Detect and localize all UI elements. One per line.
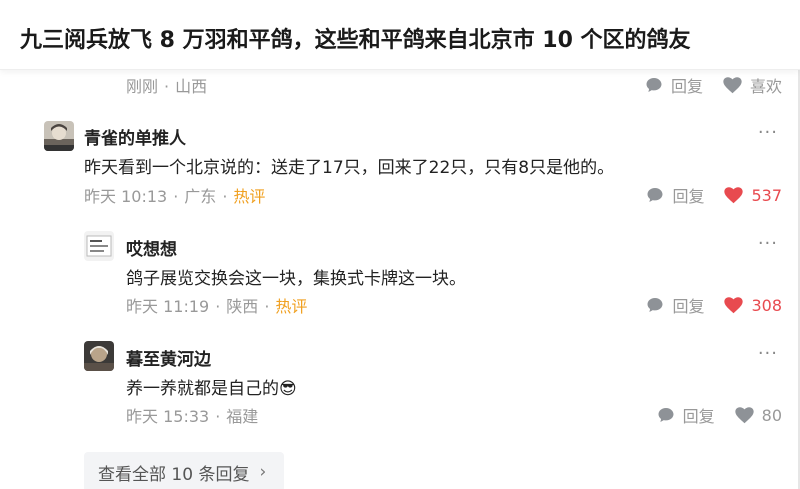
reply-label: 回复 — [672, 297, 705, 316]
heart-icon — [723, 76, 742, 93]
comment-time: 昨天 10:13 — [84, 187, 168, 206]
like-button[interactable]: 308 — [724, 296, 782, 315]
reply-button[interactable]: 回复 — [646, 183, 704, 207]
heart-icon — [734, 406, 754, 423]
avatar-image — [84, 231, 114, 261]
comment-meta: 昨天 15:33 · 福建 — [126, 403, 258, 427]
view-all-replies-button[interactable]: 查看全部 10 条回复 › — [84, 452, 284, 489]
more-options-icon[interactable]: ··· — [758, 122, 778, 143]
comment-author[interactable]: 哎想想 — [126, 235, 177, 260]
hot-comment-badge: 热评 — [275, 297, 308, 316]
comment-author[interactable]: 暮至黄河边 — [126, 345, 211, 370]
top-reply-actions: 回复 喜欢 — [625, 73, 782, 97]
article-header: 九三阅兵放飞 8 万羽和平鸽，这些和平鸽来自北京市 10 个区的鸽友 — [0, 0, 800, 70]
reply-label: 回复 — [682, 407, 715, 426]
comment-bubble-icon — [647, 298, 663, 312]
comment-author[interactable]: 青雀的单推人 — [84, 124, 186, 149]
comment-actions: 回复 308 — [626, 293, 782, 317]
like-button[interactable]: 80 — [734, 405, 782, 425]
heart-icon — [724, 186, 744, 203]
comment-actions: 回复 537 — [626, 183, 782, 207]
comment-location: 福建 — [226, 407, 259, 426]
comment-text: 鸽子展览交换会这一块，集换式卡牌这一块。 — [126, 269, 466, 289]
comment-actions: 回复 80 — [637, 403, 782, 427]
reply-button[interactable]: 回复 — [657, 403, 715, 427]
separator-dot: · — [215, 297, 221, 316]
comment-meta: 昨天 11:19 · 陕西 · 热评 — [126, 293, 307, 317]
comment-time: 昨天 11:19 — [126, 297, 210, 316]
avatar-image — [84, 341, 114, 371]
top-reply-time: 刚刚 — [126, 77, 159, 96]
separator-dot: · — [173, 187, 179, 206]
avatar[interactable] — [44, 121, 74, 151]
comment-bubble-icon — [647, 188, 663, 202]
chevron-right-icon: › — [259, 462, 267, 482]
comment-time: 昨天 15:33 — [126, 407, 210, 426]
like-count: 308 — [751, 295, 782, 315]
like-count: 537 — [751, 185, 782, 205]
comment-meta: 昨天 10:13 · 广东 · 热评 — [84, 183, 265, 207]
comment-bubble-icon — [658, 408, 674, 422]
like-button[interactable]: 537 — [724, 186, 782, 205]
view-all-label: 查看全部 10 条回复 — [98, 464, 250, 485]
comment-text: 昨天看到一个北京说的：送走了17只，回来了22只，只有8只是他的。 — [84, 158, 615, 178]
article-title: 九三阅兵放飞 8 万羽和平鸽，这些和平鸽来自北京市 10 个区的鸽友 — [20, 28, 691, 53]
reply-label: 回复 — [672, 187, 705, 206]
reply-button[interactable]: 回复 — [645, 73, 703, 97]
more-options-icon[interactable]: ··· — [758, 233, 778, 254]
separator-dot: · — [222, 187, 228, 206]
like-label: 喜欢 — [749, 77, 782, 96]
comment-bubble-icon — [646, 78, 662, 92]
separator-dot: · — [264, 297, 270, 316]
reply-button[interactable]: 回复 — [646, 293, 704, 317]
heart-icon — [724, 296, 744, 313]
separator-dot: · — [215, 407, 221, 426]
comment-location: 陕西 — [226, 297, 259, 316]
avatar[interactable] — [84, 341, 114, 371]
like-button[interactable]: 喜欢 — [723, 73, 782, 97]
reply-label: 回复 — [670, 77, 703, 96]
comment-location: 广东 — [184, 187, 217, 206]
avatar-image — [44, 121, 74, 151]
separator-dot: · — [164, 77, 170, 96]
like-count: 80 — [761, 405, 782, 425]
comment-text: 养一养就都是自己的😎 — [126, 379, 297, 399]
avatar[interactable] — [84, 231, 114, 261]
top-reply-location: 山西 — [175, 77, 208, 96]
top-reply-meta: 刚刚 · 山西 — [126, 73, 207, 97]
more-options-icon[interactable]: ··· — [758, 343, 778, 364]
hot-comment-badge: 热评 — [233, 187, 266, 206]
